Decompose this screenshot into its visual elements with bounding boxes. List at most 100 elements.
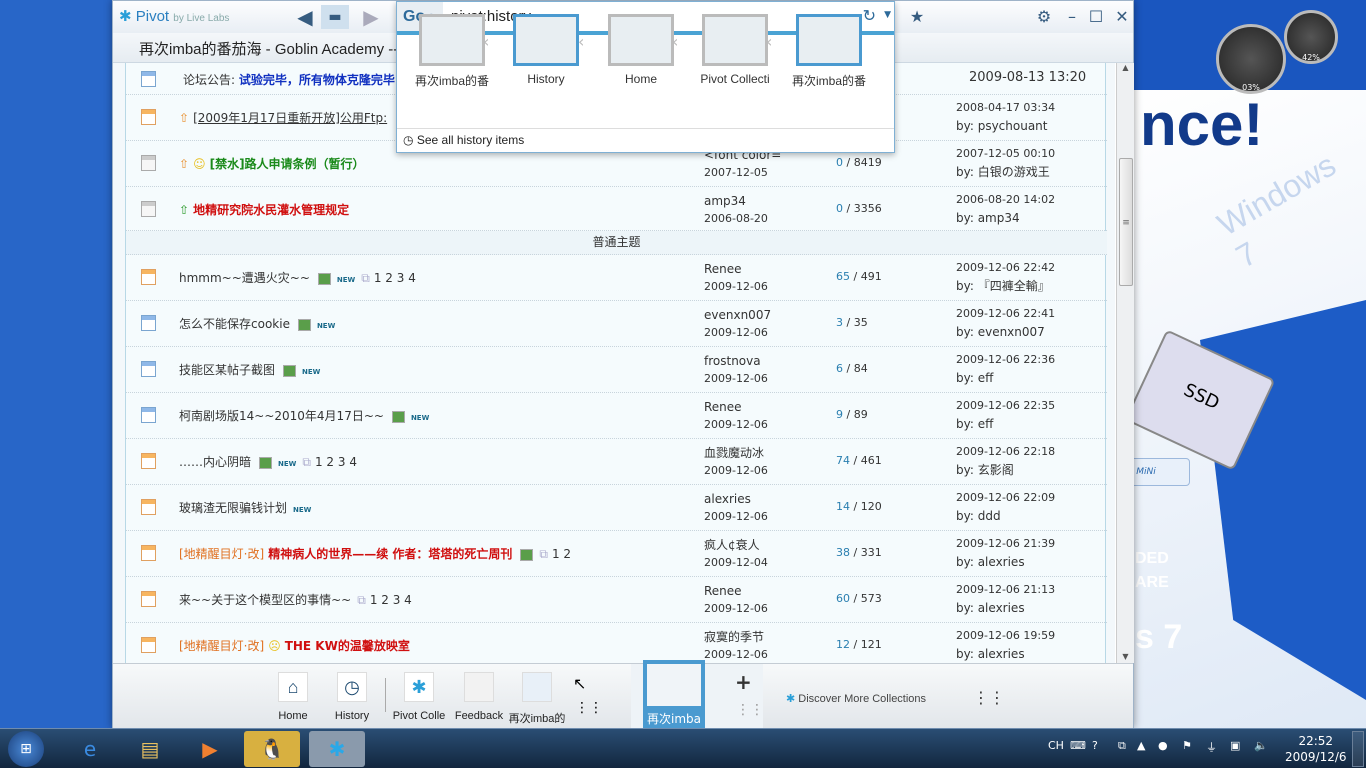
last-post-time[interactable]: 2009-12-06 22:36: [956, 351, 1055, 369]
author-name[interactable]: Renee: [704, 261, 768, 278]
media-player-taskbar-icon[interactable]: ▶: [182, 731, 238, 767]
page-links[interactable]: 1 2 3 4: [370, 593, 412, 607]
author-name[interactable]: 疯人¢衰人: [704, 537, 768, 554]
thread-title-link[interactable]: 来~~关于这个模型区的事情~~: [179, 593, 351, 607]
thread-title-link[interactable]: hmmm~~遭遇火灾~~: [179, 271, 310, 285]
help-icon[interactable]: ?: [1092, 739, 1098, 752]
scrollbar-thumb[interactable]: ≡: [1119, 158, 1133, 286]
keyboard-icon[interactable]: ⌨: [1070, 739, 1086, 752]
forward-button[interactable]: ▶: [357, 5, 385, 29]
thread-title-link[interactable]: 精神病人的世界——续 作者：塔塔的死亡周刊: [268, 547, 512, 561]
thread-title-link[interactable]: 怎么不能保存cookie: [179, 317, 290, 331]
tabs-view-button[interactable]: ▬: [321, 5, 349, 29]
thread-title-link[interactable]: 技能区某帖子截图: [179, 363, 275, 377]
dock-page[interactable]: 再次imba的: [507, 672, 567, 726]
explorer-taskbar-icon[interactable]: ▤: [122, 731, 178, 767]
see-all-history-link[interactable]: ◷ See all history items: [397, 128, 894, 151]
scroll-up-arrow[interactable]: ▲: [1117, 63, 1134, 72]
favorite-star-icon[interactable]: ★: [906, 7, 928, 26]
dock-feedback[interactable]: Feedback: [449, 672, 509, 722]
pivot-taskbar-icon[interactable]: ✱: [309, 731, 365, 767]
clock[interactable]: 22:52 2009/12/6: [1285, 733, 1347, 765]
history-item[interactable]: 再次imba的番: [782, 14, 876, 89]
page-links[interactable]: 1 2 3 4: [315, 455, 357, 469]
thread-title-link[interactable]: [2009年1月17日重新开放]公用Ftp:: [193, 111, 387, 125]
last-post-by[interactable]: by: 白银の游戏王: [956, 163, 1055, 181]
last-post-by[interactable]: by: evenxn007: [956, 323, 1055, 341]
collections-grid-icon[interactable]: ⋮⋮: [973, 688, 1005, 707]
last-post-time[interactable]: 2009-12-06 22:35: [956, 397, 1055, 415]
thread-title-link[interactable]: 柯南剧场版14~~2010年4月17日~~: [179, 409, 384, 423]
maximize-button[interactable]: ☐: [1085, 7, 1107, 26]
current-tab[interactable]: 再次imba: [643, 660, 705, 728]
last-post-by[interactable]: by: psychouant: [956, 117, 1055, 135]
thread-title-link[interactable]: [禁水]路人申请条例（暂行）: [210, 157, 365, 171]
minimize-button[interactable]: –: [1061, 7, 1083, 26]
scroll-down-arrow[interactable]: ▼: [1117, 652, 1134, 661]
last-post-time[interactable]: 2009-12-06 22:09: [956, 489, 1055, 507]
action-center-flag-icon[interactable]: ⚑: [1182, 739, 1192, 752]
grid-icon[interactable]: ⋮⋮: [575, 700, 603, 716]
announcement-link[interactable]: 试验完毕，所有物体克隆完毕: [239, 73, 395, 87]
close-button[interactable]: ✕: [1111, 7, 1133, 26]
last-post-time[interactable]: 2009-12-06 21:39: [956, 535, 1055, 553]
last-post-time[interactable]: 2009-12-06 22:42: [956, 259, 1055, 277]
last-post-time[interactable]: 2009-12-06 22:18: [956, 443, 1055, 461]
last-post-time[interactable]: 2009-12-06 21:13: [956, 581, 1055, 599]
last-post-by[interactable]: by: alexries: [956, 645, 1055, 663]
last-post-time[interactable]: 2007-12-05 00:10: [956, 145, 1055, 163]
author-name[interactable]: 寂寞的季节: [704, 629, 768, 646]
page-links[interactable]: 1 2: [552, 547, 571, 561]
show-desktop-button[interactable]: [1352, 731, 1364, 767]
last-post-time[interactable]: 2006-08-20 14:02: [956, 191, 1055, 209]
language-indicator[interactable]: CH: [1048, 739, 1064, 752]
qq-taskbar-icon[interactable]: 🐧: [244, 731, 300, 767]
discover-more-link[interactable]: ✱ Discover More Collections: [786, 692, 926, 705]
last-post-time[interactable]: 2009-12-06 19:59: [956, 627, 1055, 645]
cpu-gauge-gadget[interactable]: 03%: [1216, 24, 1286, 94]
dropdown-arrow-icon[interactable]: ▼: [884, 10, 891, 20]
last-post-by[interactable]: by: 『四褲全輸』: [956, 277, 1055, 295]
pointer-arrow-icon[interactable]: ↖: [573, 674, 586, 693]
ie-taskbar-icon[interactable]: e: [62, 731, 118, 767]
last-post-time[interactable]: 2008-04-17 03:34: [956, 99, 1055, 117]
back-button[interactable]: ◀: [291, 5, 319, 29]
last-post-by[interactable]: by: eff: [956, 415, 1055, 433]
power-icon[interactable]: ⏚: [1206, 739, 1217, 755]
settings-gear-icon[interactable]: ⚙: [1033, 7, 1055, 26]
last-post-by[interactable]: by: eff: [956, 369, 1055, 387]
thread-title-link[interactable]: 地精研究院水民灌水管理规定: [193, 203, 349, 217]
new-tab-plus-icon[interactable]: +: [735, 670, 752, 694]
last-post-by[interactable]: by: 玄影阁: [956, 461, 1055, 479]
author-name[interactable]: alexries: [704, 491, 768, 508]
author-name[interactable]: 血戮魔动冰: [704, 445, 768, 462]
show-hidden-icons[interactable]: ▲: [1137, 739, 1145, 752]
restore-icon[interactable]: ⧉: [1118, 739, 1126, 753]
last-post-by[interactable]: by: alexries: [956, 599, 1055, 617]
post-date: 2009-12-06: [704, 418, 768, 431]
volume-icon[interactable]: 🔈: [1254, 739, 1268, 752]
start-button[interactable]: ⊞: [8, 731, 44, 767]
last-post-time[interactable]: 2009-12-06 22:41: [956, 305, 1055, 323]
last-post-by[interactable]: by: ddd: [956, 507, 1055, 525]
tab-grid-icon[interactable]: ⋮⋮: [736, 702, 764, 718]
author-name[interactable]: evenxn007: [704, 307, 771, 324]
author-name[interactable]: amp34: [704, 193, 768, 210]
scrollbar[interactable]: ▲ ≡ ▼: [1116, 63, 1134, 663]
history-item[interactable]: 再次imba的番: [405, 14, 499, 89]
network-icon[interactable]: ▣: [1230, 739, 1240, 752]
author-name[interactable]: frostnova: [704, 353, 768, 370]
dock-home[interactable]: ⌂ Home: [263, 672, 323, 722]
author-name[interactable]: Renee: [704, 583, 768, 600]
qq-tray-icon[interactable]: ●: [1158, 739, 1168, 752]
last-post-by[interactable]: by: amp34: [956, 209, 1055, 227]
thread-title-link[interactable]: THE KW的温馨放映室: [285, 639, 410, 653]
author-name[interactable]: Renee: [704, 399, 768, 416]
thread-title-link[interactable]: 玻璃渣无限骗钱计划: [179, 501, 287, 515]
thread-title-link[interactable]: ……内心阴暗: [179, 455, 251, 469]
memory-gauge-gadget[interactable]: 42%: [1284, 10, 1338, 64]
dock-pivot-collections[interactable]: ✱ Pivot Colle: [389, 672, 449, 722]
last-post-by[interactable]: by: alexries: [956, 553, 1055, 571]
dock-history[interactable]: ◷ History: [322, 672, 382, 722]
page-links[interactable]: 1 2 3 4: [374, 271, 416, 285]
